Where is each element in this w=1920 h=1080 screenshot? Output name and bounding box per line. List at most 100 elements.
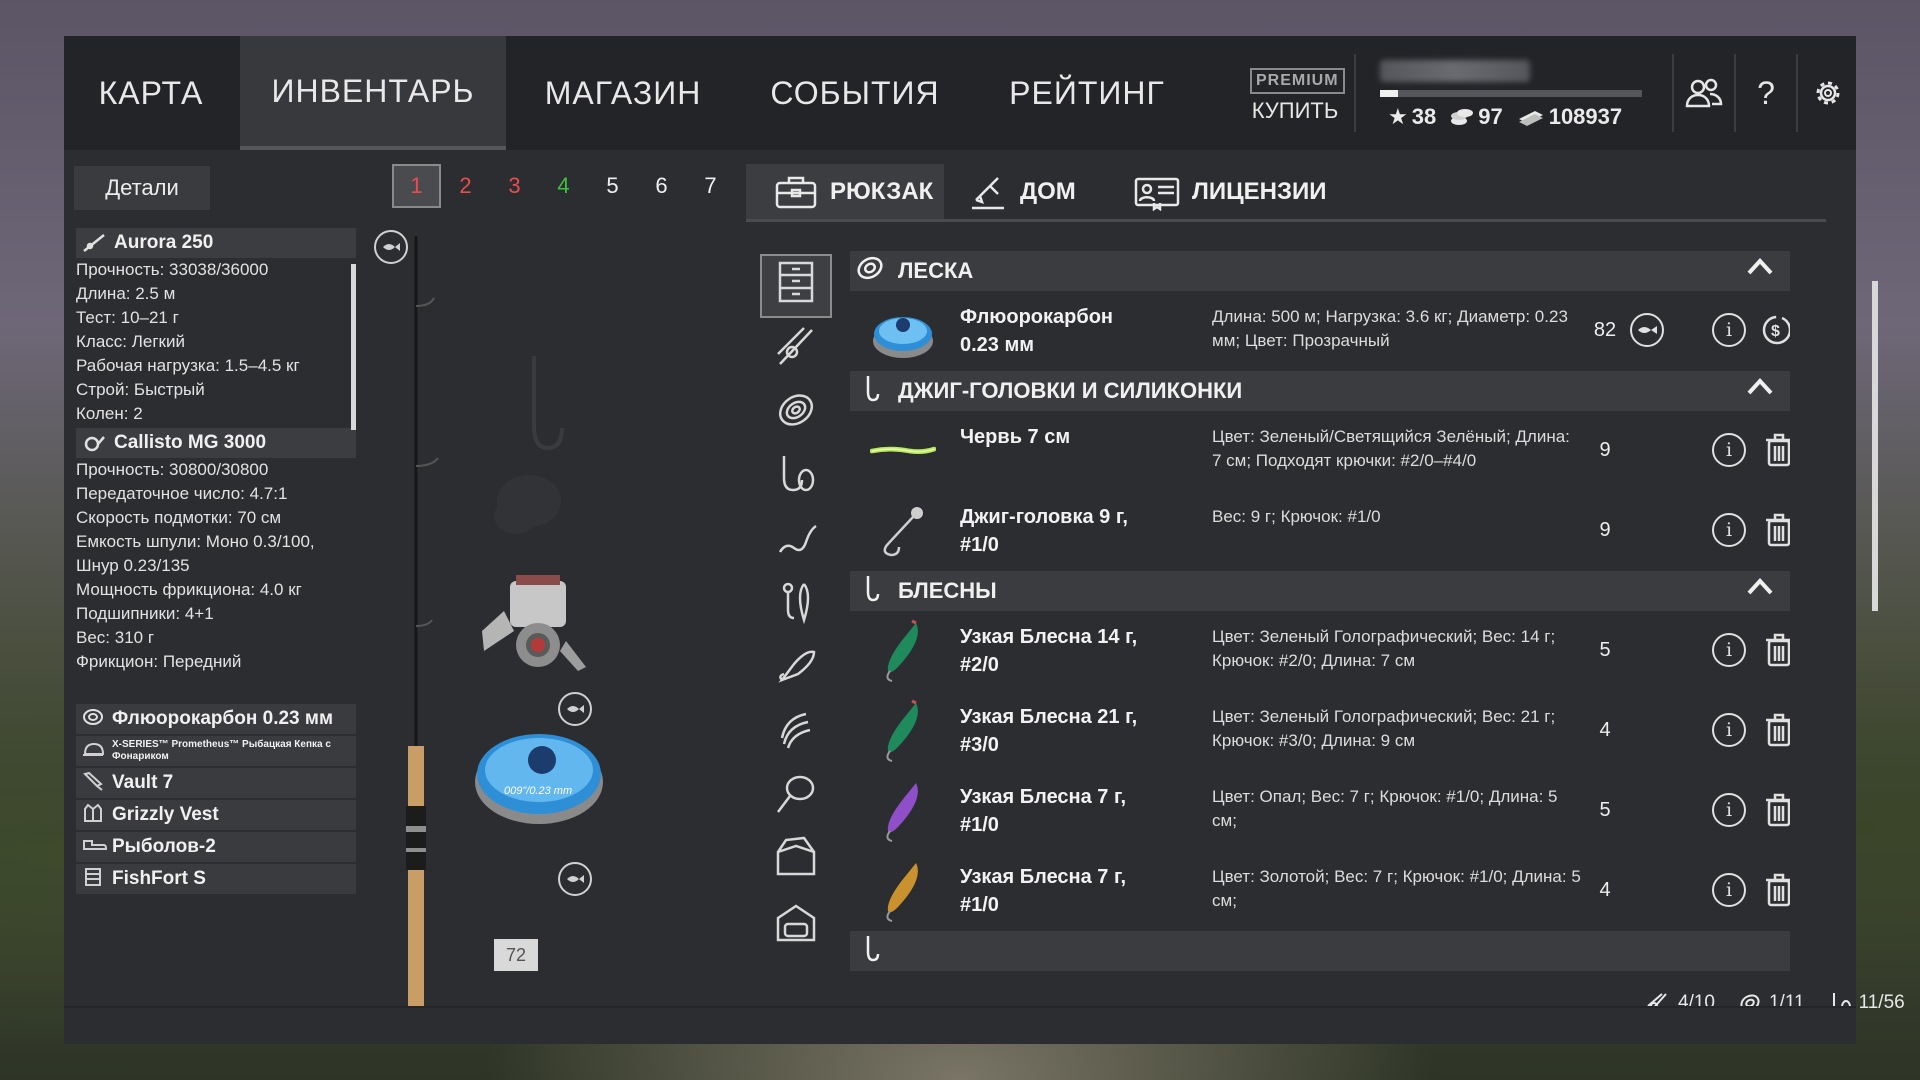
category-worm[interactable] [760, 510, 832, 574]
group-header-partial[interactable] [850, 931, 1790, 971]
info-button[interactable]: i [1712, 313, 1746, 347]
rods-icon [774, 324, 818, 377]
category-line[interactable] [760, 382, 832, 446]
info-button[interactable]: i [1712, 713, 1746, 747]
equipment-item[interactable]: X-SERIES™ Prometheus™ Рыбацкая Кепка с Ф… [76, 736, 356, 766]
slot-1[interactable]: 1 [392, 164, 441, 208]
category-bait[interactable] [760, 702, 832, 766]
xp-progress-fill [1380, 90, 1399, 97]
equipment-item-label: Рыболов-2 [112, 836, 216, 857]
delete-button[interactable] [1764, 433, 1790, 467]
item-name: Червь 7 см [960, 426, 1071, 448]
inventory-item-row[interactable]: Узкая Блесна 21 г, #3/0 Цвет: Зеленый Гол… [850, 691, 1790, 771]
nav-tab-rating[interactable]: РЕЙТИНГ [972, 36, 1202, 150]
chevron-up-icon[interactable] [1746, 255, 1774, 284]
reel-spec-line: Прочность: 30800/30800 [76, 460, 269, 479]
category-box[interactable] [760, 830, 832, 894]
category-rods[interactable] [760, 318, 832, 382]
nav-tab-events[interactable]: СОБЫТИЯ [740, 36, 970, 150]
item-quantity: 4 [1599, 879, 1611, 901]
inventory-item-row[interactable]: Узкая Блесна 14 г, #2/0 Цвет: Зеленый Гол… [850, 611, 1790, 691]
help-button[interactable]: ? [1736, 36, 1796, 150]
spool-slot-indicator[interactable] [558, 862, 592, 896]
slot-4[interactable]: 4 [539, 164, 588, 208]
line-slot-indicator[interactable] [374, 230, 408, 264]
lure-icon [774, 644, 818, 697]
xp-progress-bar [1380, 90, 1642, 97]
chevron-up-icon[interactable] [1746, 375, 1774, 404]
item-quantity: 5 [1599, 799, 1611, 821]
info-button[interactable]: i [1712, 513, 1746, 547]
info-button[interactable]: i [1712, 793, 1746, 827]
slot-2[interactable]: 2 [441, 164, 490, 208]
tab-home-label: ДОМ [1020, 177, 1076, 205]
settings-button[interactable] [1798, 36, 1858, 150]
category-hooks-bobbers[interactable] [760, 446, 832, 510]
item-description: Цвет: Зеленый Голографический; Вес: 14 г… [1212, 627, 1556, 670]
category-jig[interactable] [760, 574, 832, 638]
tab-home[interactable]: ДОМ [968, 164, 1108, 219]
info-button[interactable]: i [1712, 433, 1746, 467]
item-description: Цвет: Золотой; Вес: 7 г; Крючок: #1/0; Д… [1212, 867, 1581, 910]
friends-button[interactable] [1674, 36, 1734, 150]
inventory-item-row[interactable]: Флюорокарбон 0.23 мм Длина: 500 м; Нагруз… [850, 291, 1790, 371]
equipment-item[interactable]: Grizzly Vest [76, 800, 356, 830]
slot-7[interactable]: 7 [686, 164, 735, 208]
rod-image[interactable]: 009"/0.23 mm [364, 226, 664, 1016]
reel-slot-indicator[interactable] [558, 692, 592, 726]
equipment-item[interactable]: Vault 7 [76, 768, 356, 798]
trash-icon [1764, 433, 1790, 471]
delete-button[interactable] [1764, 793, 1790, 827]
slot-5[interactable]: 5 [588, 164, 637, 208]
info-button[interactable]: i [1712, 873, 1746, 907]
inventory-scrollbar[interactable] [1872, 281, 1878, 611]
info-button[interactable]: i [1712, 633, 1746, 667]
nav-tab-map[interactable]: КАРТА [64, 36, 238, 150]
group-header[interactable]: БЛЕСНЫ [850, 571, 1790, 611]
group-header[interactable]: ЛЕСКА [850, 251, 1790, 291]
category-lure[interactable] [760, 638, 832, 702]
nav-tab-shop[interactable]: МАГАЗИН [508, 36, 738, 150]
item-description: Цвет: Зеленый/Светящийся Зелёный; Длина:… [1212, 427, 1570, 470]
item-name: Джиг-головка 9 г, #1/0 [960, 506, 1128, 556]
premium-buy-button[interactable]: PREMIUM КУПИТЬ [1250, 68, 1345, 124]
group-header[interactable]: ДЖИГ-ГОЛОВКИ И СИЛИКОНКИ [850, 371, 1790, 411]
delete-button[interactable] [1764, 633, 1790, 667]
equip-line-button[interactable] [1630, 313, 1664, 347]
bottom-bar [64, 1006, 1856, 1044]
info-icon: i [1725, 319, 1733, 341]
delete-button[interactable] [1764, 713, 1790, 747]
inventory-item-row[interactable]: Узкая Блесна 7 г, #1/0 Цвет: Золотой; Вес… [850, 851, 1790, 931]
tab-licenses[interactable]: ЛИЦЕНЗИИ [1134, 164, 1334, 219]
stat-money: 108937 [1517, 104, 1622, 130]
nav-tab-inventory[interactable]: ИНВЕНТАРЬ [240, 36, 506, 150]
trash-icon [1764, 513, 1790, 551]
delete-button[interactable] [1764, 873, 1790, 907]
category-net[interactable] [760, 766, 832, 830]
inventory-item-row[interactable]: Узкая Блесна 7 г, #1/0 Цвет: Опал; Вес: 7… [850, 771, 1790, 851]
sell-icon: $ [1760, 315, 1790, 351]
rod-specs: Прочность: 33038/36000 Длина: 2.5 м Тест: … [76, 258, 356, 426]
rod-assembly-view: 009"/0.23 mm [364, 226, 664, 1016]
delete-button[interactable] [1764, 513, 1790, 547]
category-car[interactable] [760, 894, 832, 958]
equipment-item[interactable]: Флюорокарбон 0.23 мм [76, 704, 356, 734]
slot-6[interactable]: 6 [637, 164, 686, 208]
equipment-item[interactable]: Рыболов-2 [76, 832, 356, 862]
premium-buy-label: КУПИТЬ [1251, 98, 1339, 123]
category-cabinet[interactable] [760, 254, 832, 318]
rod-name: Aurora 250 [114, 232, 214, 253]
hook-icon [856, 934, 884, 969]
sell-button[interactable]: $ [1760, 313, 1790, 347]
details-scrollbar[interactable] [351, 264, 356, 430]
equipment-item[interactable]: FishFort S [76, 864, 356, 894]
player-name-blurred [1380, 60, 1530, 82]
inventory-item-row[interactable]: Червь 7 см Цвет: Зеленый/Светящийся Зелён… [850, 411, 1790, 491]
details-tab[interactable]: Детали [74, 166, 210, 210]
slot-3[interactable]: 3 [490, 164, 539, 208]
chevron-up-icon[interactable] [1746, 575, 1774, 604]
info-icon: i [1725, 639, 1733, 661]
tab-backpack[interactable]: РЮКЗАК [746, 164, 944, 219]
premium-badge: PREMIUM [1250, 68, 1345, 94]
inventory-item-row[interactable]: Джиг-головка 9 г, #1/0 Вес: 9 г; Крючок: … [850, 491, 1790, 571]
